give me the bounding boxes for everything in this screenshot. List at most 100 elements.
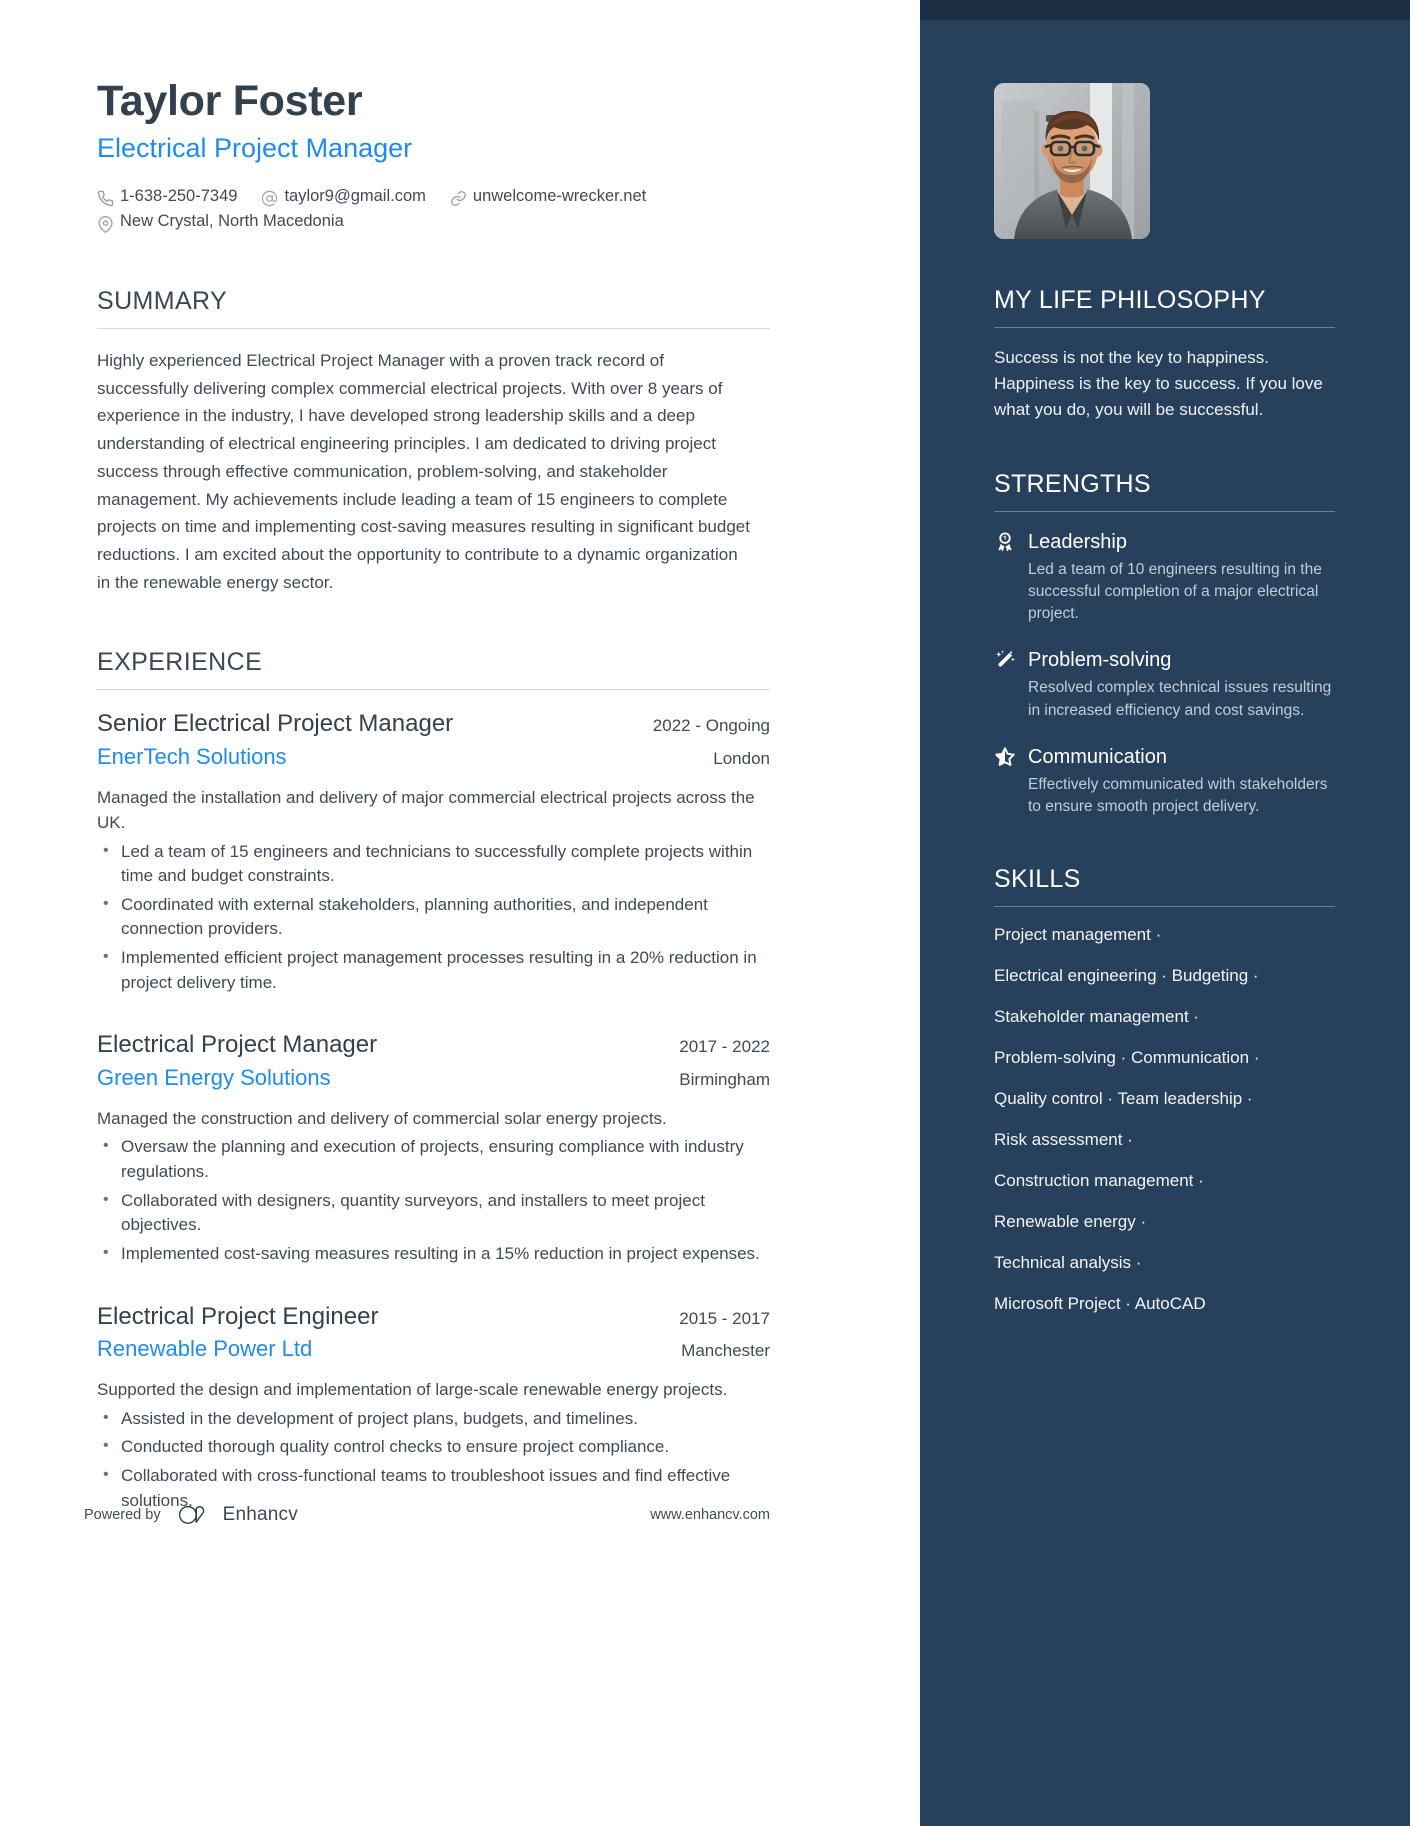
strength-description: Resolved complex technical issues result… xyxy=(1028,679,1332,719)
location-pin-icon xyxy=(97,215,114,233)
skills-divider xyxy=(994,906,1335,908)
experience-bullets: Led a team of 15 engineers and technicia… xyxy=(97,839,770,996)
experience-company[interactable]: Green Energy Solutions xyxy=(97,1063,331,1093)
experience-title: Electrical Project Manager xyxy=(97,1031,378,1059)
experience-company[interactable]: Renewable Power Ltd xyxy=(97,1334,312,1364)
contact-line-location: New Crystal, North Macedonia xyxy=(97,209,770,235)
experience-entry: Electrical Project Engineer 2015 - 2017 … xyxy=(97,1301,770,1514)
site-url[interactable]: www.enhancv.com xyxy=(650,1507,770,1523)
contact-info: 1-638-250-7349 taylor9@gmail.com unwelco… xyxy=(97,184,770,235)
experience-company-row: Renewable Power Ltd Manchester xyxy=(97,1334,770,1364)
strength-title: Problem-solving xyxy=(1028,649,1172,672)
page-title: Taylor Foster xyxy=(97,77,363,125)
skill-line: Stakeholder management · xyxy=(994,1006,1200,1026)
philosophy-heading: MY LIFE PHILOSOPHY xyxy=(994,286,1266,314)
page-footer: Powered by Enhancv www.enhancv.com xyxy=(84,1504,770,1526)
summary-text: Highly experienced Electrical Project Ma… xyxy=(97,351,750,592)
contact-phone[interactable]: 1-638-250-7349 xyxy=(97,184,237,210)
experience-title-row: Electrical Project Engineer 2015 - 2017 xyxy=(97,1301,770,1332)
skill-line: Risk assessment · xyxy=(994,1129,1133,1149)
resume-page: Taylor Foster Electrical Project Manager… xyxy=(0,0,1410,1826)
experience-date: 2015 - 2017 xyxy=(679,1308,770,1328)
experience-description: Managed the installation and delivery of… xyxy=(97,788,755,833)
philosophy-divider xyxy=(994,327,1335,328)
strengths-heading: STRENGTHS xyxy=(994,470,1151,498)
skill-line: Microsoft Project · AutoCAD xyxy=(994,1293,1206,1313)
experience-entry: Electrical Project Manager 2017 - 2022 G… xyxy=(97,1029,770,1266)
enhancv-logo[interactable]: Enhancv xyxy=(178,1504,298,1526)
skill-line: Construction management · xyxy=(994,1170,1204,1190)
experience-bullet: Implemented efficient project management… xyxy=(97,945,769,995)
profile-photo xyxy=(994,83,1150,239)
experience-bullet: Led a team of 15 engineers and technicia… xyxy=(97,839,769,889)
strength-description: Led a team of 10 engineers resulting in … xyxy=(1028,561,1322,623)
skill-line: Technical analysis · xyxy=(994,1252,1142,1272)
experience-title-row: Senior Electrical Project Manager 2022 -… xyxy=(97,708,770,739)
experience-list: Senior Electrical Project Manager 2022 -… xyxy=(97,708,770,1513)
magic-wand-icon xyxy=(994,649,1016,671)
experience-location: Birmingham xyxy=(679,1069,770,1089)
experience-entry: Senior Electrical Project Manager 2022 -… xyxy=(97,708,770,995)
experience-bullet: Assisted in the development of project p… xyxy=(97,1406,769,1432)
summary-divider xyxy=(97,328,770,329)
experience-bullet: Coordinated with external stakeholders, … xyxy=(97,892,769,942)
infinity-heart-icon xyxy=(178,1505,214,1525)
skill-line: Renewable energy · xyxy=(994,1211,1147,1231)
contact-website-text: unwelcome-wrecker.net xyxy=(472,186,647,205)
experience-heading: EXPERIENCE xyxy=(97,648,263,677)
experience-company[interactable]: EnerTech Solutions xyxy=(97,742,287,772)
skill-line: Quality control · Team leadership · xyxy=(994,1088,1253,1108)
experience-bullet: Collaborated with designers, quantity su… xyxy=(97,1188,769,1238)
strength-header: Communication xyxy=(994,744,1335,770)
experience-description: Managed the construction and delivery of… xyxy=(97,1109,667,1129)
experience-bullet: Conducted thorough quality control check… xyxy=(97,1434,769,1460)
contact-line-primary: 1-638-250-7349 taylor9@gmail.com unwelco… xyxy=(97,184,770,210)
experience-location: London xyxy=(713,748,770,768)
experience-title: Electrical Project Engineer xyxy=(97,1302,379,1330)
contact-email[interactable]: taylor9@gmail.com xyxy=(261,184,426,210)
brand-name: Enhancv xyxy=(222,1504,298,1525)
strength-item: Communication Effectively communicated w… xyxy=(994,744,1335,818)
strengths-divider xyxy=(994,511,1335,512)
strength-item: Problem-solving Resolved complex technic… xyxy=(994,647,1335,721)
powered-by-block: Powered by Enhancv xyxy=(84,1504,298,1526)
email-icon xyxy=(261,190,278,207)
experience-divider xyxy=(97,689,770,691)
strength-item: Leadership Led a team of 10 engineers re… xyxy=(994,529,1335,625)
summary-heading: SUMMARY xyxy=(97,287,228,315)
experience-company-row: Green Energy Solutions Birmingham xyxy=(97,1063,770,1093)
strength-description: Effectively communicated with stakeholde… xyxy=(1028,775,1328,815)
main-column: Taylor Foster Electrical Project Manager… xyxy=(0,0,920,1826)
experience-date: 2022 - Ongoing xyxy=(652,716,770,736)
contact-location: New Crystal, North Macedonia xyxy=(97,209,344,235)
experience-location: Manchester xyxy=(681,1340,770,1360)
experience-bullet: Oversaw the planning and execution of pr… xyxy=(97,1134,769,1184)
skill-line: Problem-solving · Communication · xyxy=(994,1047,1260,1067)
experience-bullets: Oversaw the planning and execution of pr… xyxy=(97,1134,770,1267)
experience-company-row: EnerTech Solutions London xyxy=(97,742,770,772)
powered-by-label: Powered by xyxy=(84,1507,161,1523)
skills-list: Project management · Electrical engineer… xyxy=(994,924,1335,1315)
contact-phone-text: 1-638-250-7349 xyxy=(120,186,238,205)
strength-header: Leadership xyxy=(994,529,1335,555)
strength-title: Communication xyxy=(1028,745,1167,768)
contact-location-text: New Crystal, North Macedonia xyxy=(120,212,344,231)
experience-bullet: Implemented cost-saving measures resulti… xyxy=(97,1241,769,1267)
sidebar: MY LIFE PHILOSOPHY Success is not the ke… xyxy=(920,0,1410,1826)
strength-title: Leadership xyxy=(1028,531,1127,553)
award-ribbon-icon xyxy=(994,531,1016,553)
experience-description: Supported the design and implementation … xyxy=(97,1380,728,1400)
contact-website[interactable]: unwelcome-wrecker.net xyxy=(450,184,646,210)
skill-line: Electrical engineering · Budgeting · xyxy=(994,966,1259,986)
phone-icon xyxy=(97,190,114,207)
experience-title: Senior Electrical Project Manager xyxy=(97,710,454,738)
strengths-list: Leadership Led a team of 10 engineers re… xyxy=(994,529,1335,818)
contact-email-text: taylor9@gmail.com xyxy=(284,186,426,205)
experience-date: 2017 - 2022 xyxy=(679,1037,770,1057)
skills-heading: SKILLS xyxy=(994,865,1081,894)
link-icon xyxy=(450,190,467,207)
experience-title-row: Electrical Project Manager 2017 - 2022 xyxy=(97,1029,770,1060)
skill-line: Project management · xyxy=(994,925,1162,945)
philosophy-text: Success is not the key to happiness. Hap… xyxy=(994,348,1323,419)
experience-bullets: Assisted in the development of project p… xyxy=(97,1406,770,1514)
